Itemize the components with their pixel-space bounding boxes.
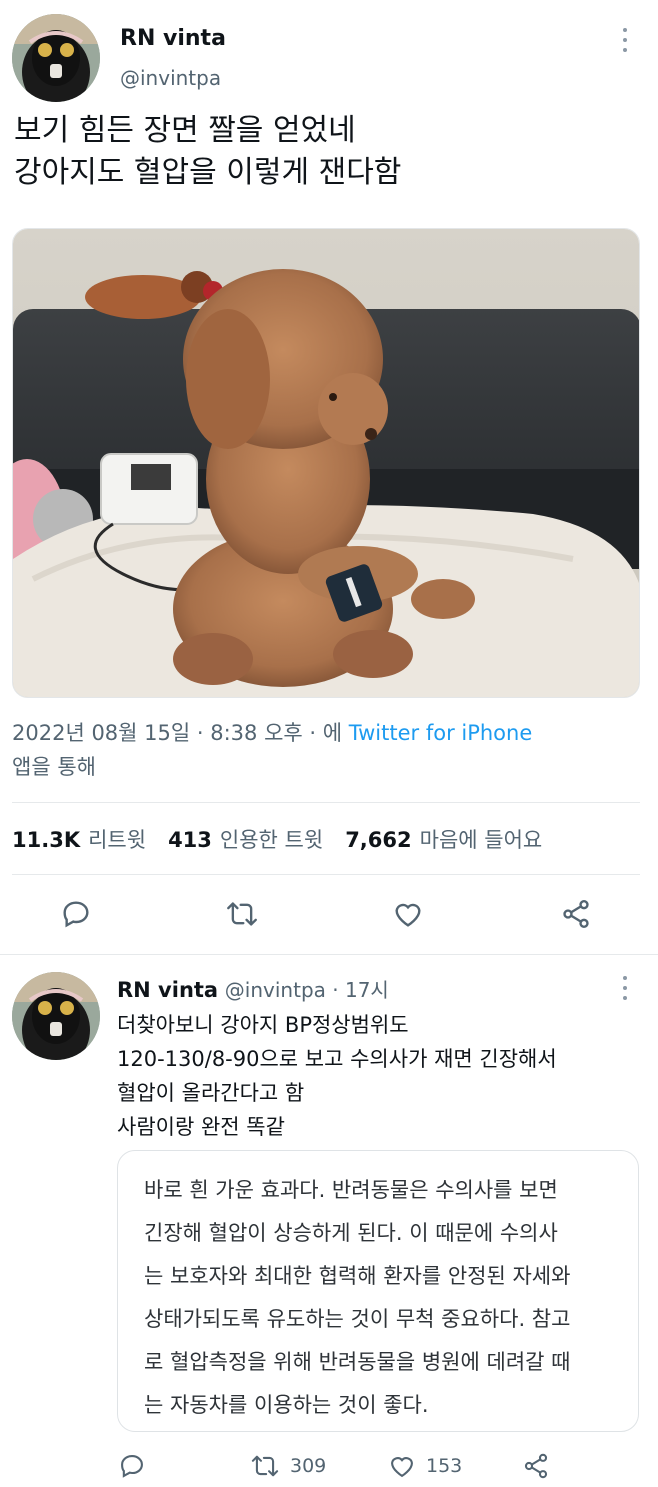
share-icon bbox=[524, 1453, 548, 1479]
like-count: 153 bbox=[426, 1455, 463, 1477]
like-icon bbox=[391, 1457, 413, 1478]
quote-line: 로 혈압측정을 위해 반려동물을 병원에 데려갈 때 bbox=[144, 1350, 571, 1374]
tweet-text: 보기 힘든 장면 짤을 얻었네 강아지도 혈압을 이렇게 잰다함 bbox=[14, 113, 402, 190]
reply-action[interactable] bbox=[118, 1452, 156, 1480]
quote-line: 바로 흰 가운 효과다. 반려동물은 수의사를 보면 bbox=[144, 1178, 558, 1202]
share-action[interactable] bbox=[522, 1452, 560, 1480]
divider bbox=[12, 874, 640, 875]
quoted-excerpt[interactable]: 바로 흰 가운 효과다. 반려동물은 수의사를 보면 긴장해 혈압이 상승하게 … bbox=[117, 1150, 639, 1432]
more-options-icon[interactable] bbox=[621, 28, 629, 52]
divider bbox=[12, 802, 640, 803]
like-action[interactable]: 153 bbox=[388, 1452, 462, 1480]
share-icon[interactable] bbox=[560, 898, 592, 930]
source-suffix: 앱을 통해 bbox=[12, 755, 96, 779]
retweet-action[interactable]: 309 bbox=[250, 1452, 326, 1480]
more-options-icon[interactable] bbox=[621, 976, 629, 1000]
tweet-time[interactable]: 8:38 오후 bbox=[210, 721, 302, 745]
likes-stat[interactable]: 7,662 마음에 들어요 bbox=[345, 824, 542, 854]
retweets-stat[interactable]: 11.3K 리트윗 bbox=[12, 824, 146, 854]
quotes-stat[interactable]: 413 인용한 트윗 bbox=[168, 824, 323, 854]
engagement-stats: 11.3K 리트윗 413 인용한 트윗 7,662 마음에 들어요 bbox=[12, 824, 564, 854]
like-icon[interactable] bbox=[392, 898, 424, 930]
source-link[interactable]: Twitter for iPhone bbox=[349, 721, 533, 745]
quote-line: 상태가되도록 유도하는 것이 무척 중요하다. 참고 bbox=[144, 1307, 571, 1331]
quote-line: 는 자동차를 이용하는 것이 좋다. bbox=[144, 1393, 429, 1417]
tweet-metadata: 2022년 08월 15일 · 8:38 오후 · 에 Twitter for … bbox=[12, 721, 533, 779]
reply-author-handle[interactable]: @invintpa bbox=[225, 978, 326, 1002]
quote-line: 는 보호자와 최대한 협력해 환자를 안정된 자세와 bbox=[144, 1264, 571, 1288]
reply-text: 더찾아보니 강아지 BP정상범위도 120-130/8-90으로 보고 수의사가… bbox=[117, 1013, 557, 1139]
author-handle[interactable]: @invintpa bbox=[120, 66, 221, 90]
tweet-date: 2022년 08월 15일 bbox=[12, 721, 191, 745]
source-prefix: 에 bbox=[322, 721, 343, 745]
retweet-icon[interactable] bbox=[225, 898, 259, 930]
retweet-icon bbox=[251, 1455, 279, 1477]
reply-icon bbox=[121, 1455, 143, 1478]
retweet-count: 309 bbox=[290, 1455, 327, 1477]
quote-line: 긴장해 혈압이 상승하게 된다. 이 때문에 수의사 bbox=[144, 1221, 558, 1245]
reply-icon[interactable] bbox=[60, 898, 92, 930]
divider bbox=[0, 954, 658, 955]
avatar[interactable] bbox=[12, 972, 100, 1060]
reply-time[interactable]: 17시 bbox=[345, 978, 389, 1002]
avatar[interactable] bbox=[12, 14, 100, 102]
reply-author-name[interactable]: RN vinta bbox=[117, 978, 218, 1002]
author-name[interactable]: RN vinta bbox=[120, 26, 226, 51]
reply-header: RN vinta @invintpa · 17시 bbox=[117, 978, 389, 1002]
tweet-photo[interactable] bbox=[12, 228, 640, 698]
